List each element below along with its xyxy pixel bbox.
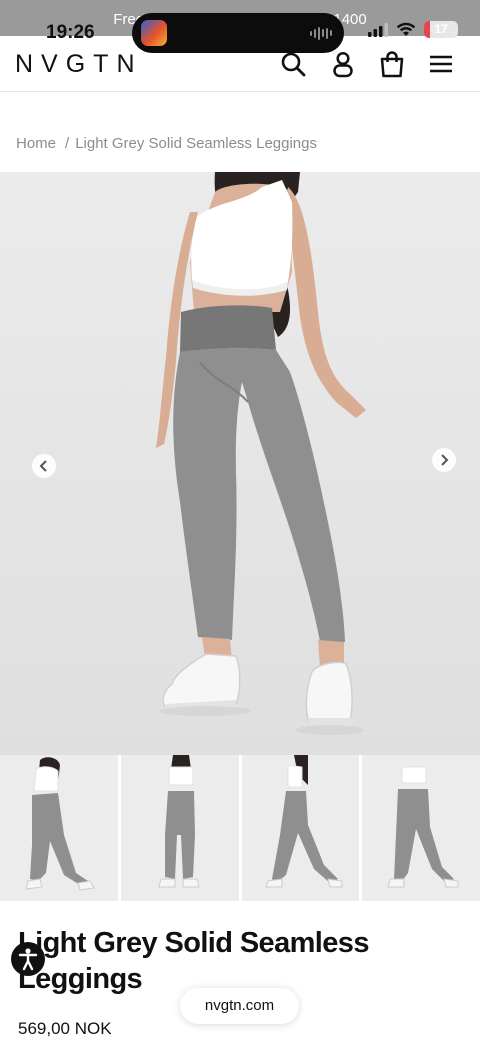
battery-level: 17 (434, 22, 448, 36)
battery-icon: 17 (424, 21, 458, 38)
thumbnail-figure (387, 766, 459, 888)
next-image-button[interactable] (432, 448, 456, 472)
audio-wave-icon (310, 26, 332, 40)
status-icons: 17 (368, 21, 458, 38)
shopping-bag-icon[interactable] (378, 50, 406, 78)
now-playing-app-icon (141, 20, 167, 46)
chevron-left-icon (39, 460, 47, 472)
menu-icon[interactable] (427, 50, 455, 78)
cellular-signal-icon (368, 22, 388, 37)
chevron-right-icon (441, 454, 449, 466)
accessibility-button[interactable] (11, 942, 45, 976)
account-icon[interactable] (329, 50, 357, 78)
thumbnail-front[interactable] (120, 755, 239, 901)
wifi-icon (396, 22, 416, 36)
thumbnail-figure (158, 755, 200, 888)
product-price: 569,00 NOK (18, 1019, 112, 1038)
accessibility-icon (18, 948, 38, 971)
thumbnail-back[interactable] (0, 755, 118, 901)
thumbnail-strip (0, 755, 480, 901)
brand-logo[interactable]: NVGTN (15, 50, 143, 79)
breadcrumb-current: Light Grey Solid Seamless Leggings (75, 135, 317, 152)
browser-url-bar[interactable]: nvgtn.com (180, 988, 299, 1024)
status-time: 19:26 (46, 22, 95, 43)
dynamic-island (132, 13, 344, 53)
thumbnail-figure (25, 757, 95, 891)
thumbnail-side[interactable] (241, 755, 360, 901)
thumbnail-figure (264, 755, 342, 888)
search-icon[interactable] (279, 50, 307, 78)
thumbnail-front-alt[interactable] (362, 755, 480, 901)
breadcrumb: Home / Light Grey Solid Seamless Leggings (16, 135, 317, 152)
product-main-image[interactable] (0, 172, 480, 755)
product-photo-front (0, 172, 480, 755)
breadcrumb-separator: / (65, 135, 70, 152)
product-title: Light Grey Solid Seamless Leggings (18, 927, 369, 995)
breadcrumb-home-link[interactable]: Home (16, 135, 56, 152)
previous-image-button[interactable] (32, 454, 56, 478)
